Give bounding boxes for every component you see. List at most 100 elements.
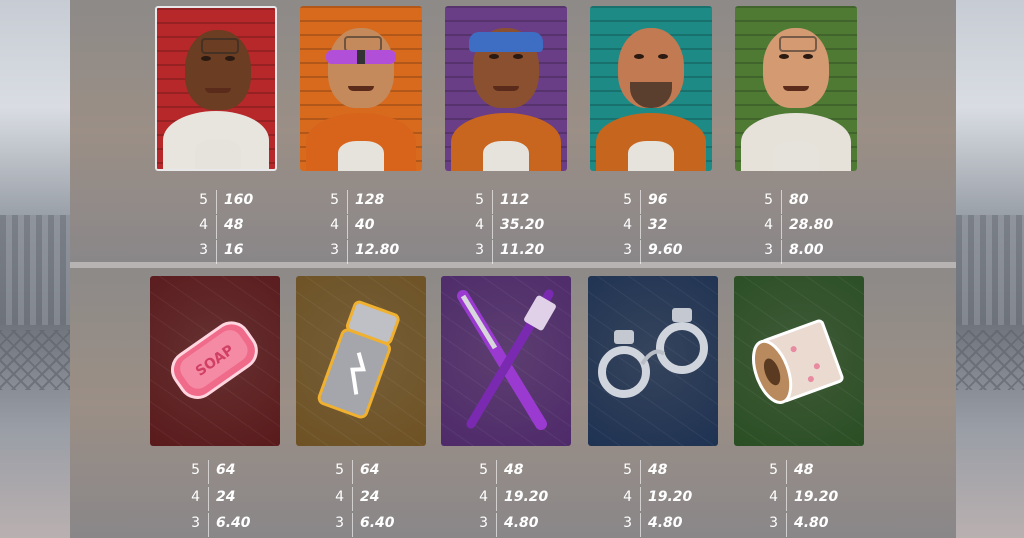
symbol-soap-card: SOAP (150, 276, 280, 446)
payout-row: 5 64 (326, 460, 426, 484)
payout-value: 9.60 (648, 242, 683, 258)
handcuffs-icon (598, 308, 708, 398)
payout-count: 5 (475, 192, 484, 208)
payout-row: 3 11.20 (466, 240, 566, 264)
payout-value: 11.20 (500, 242, 545, 258)
payout-value: 64 (360, 462, 380, 478)
payout-count: 4 (769, 489, 778, 505)
payout-value: 12.80 (355, 242, 400, 258)
payout-value: 48 (794, 462, 814, 478)
payout-row: 4 40 (321, 215, 421, 239)
payout-count: 5 (330, 192, 339, 208)
payout-row: 3 6.40 (182, 513, 282, 537)
payout-count: 4 (199, 217, 208, 233)
payout-value: 48 (224, 217, 244, 233)
payout-count: 3 (199, 242, 208, 258)
payout-value: 4.80 (794, 515, 829, 531)
background-left (0, 0, 70, 538)
payout-row: 4 19.20 (470, 487, 570, 511)
payout-count: 5 (335, 462, 344, 478)
payout-row: 5 48 (760, 460, 860, 484)
payout-row: 4 32 (614, 215, 714, 239)
payout-value: 28.80 (789, 217, 834, 233)
payout-row: 4 24 (326, 487, 426, 511)
payout-count: 3 (769, 515, 778, 531)
payout-row: 5 64 (182, 460, 282, 484)
payout-row: 3 6.40 (326, 513, 426, 537)
toilet-paper-icon (751, 319, 844, 404)
bandana-icon (469, 32, 543, 52)
toothbrush-shiv-icon (457, 289, 556, 430)
payout-value: 24 (216, 489, 236, 505)
payout-value: 24 (360, 489, 380, 505)
payout-value: 48 (504, 462, 524, 478)
payout-count: 4 (191, 489, 200, 505)
payout-value: 4.80 (648, 515, 683, 531)
payout-count: 3 (764, 242, 773, 258)
payout-value: 35.20 (500, 217, 545, 233)
payout-row: 5 112 (466, 190, 566, 214)
payout-value: 48 (648, 462, 668, 478)
payout-row: 4 19.20 (614, 487, 714, 511)
payout-value: 19.20 (648, 489, 693, 505)
payout-value: 40 (355, 217, 375, 233)
symbol-ace-card (155, 6, 277, 171)
symbol-bandana-card (445, 6, 567, 171)
payout-row: 5 48 (614, 460, 714, 484)
payout-value: 16 (224, 242, 244, 258)
payout-count: 4 (335, 489, 344, 505)
payout-row: 4 28.80 (755, 215, 855, 239)
payout-row: 5 160 (190, 190, 290, 214)
payout-count: 3 (475, 242, 484, 258)
payout-count: 5 (623, 192, 632, 208)
payout-count: 5 (479, 462, 488, 478)
ace-tattoo (201, 38, 239, 54)
payout-row: 3 16 (190, 240, 290, 264)
payout-value: 6.40 (360, 515, 395, 531)
payout-row: 5 48 (470, 460, 570, 484)
sunglasses-icon (326, 50, 396, 64)
symbol-bearded-card (590, 6, 712, 171)
payout-count: 4 (623, 217, 632, 233)
symbol-grin-card (735, 6, 857, 171)
payout-value: 32 (648, 217, 668, 233)
payout-row: 5 96 (614, 190, 714, 214)
payout-count: 4 (330, 217, 339, 233)
payout-row: 3 4.80 (470, 513, 570, 537)
payout-value: 4.80 (504, 515, 539, 531)
symbol-shiv-card (441, 276, 571, 446)
symbol-handcuffs-card (588, 276, 718, 446)
payout-row: 3 4.80 (760, 513, 860, 537)
payout-count: 3 (623, 242, 632, 258)
payout-value: 128 (355, 192, 385, 208)
payout-count: 5 (191, 462, 200, 478)
payout-row: 4 48 (190, 215, 290, 239)
soap-icon: SOAP (171, 321, 258, 399)
payout-count: 3 (330, 242, 339, 258)
payout-value: 112 (500, 192, 530, 208)
payout-value: 80 (789, 192, 809, 208)
symbol-toilet-paper-card (734, 276, 864, 446)
symbol-shades-card (300, 6, 422, 171)
payout-value: 19.20 (504, 489, 549, 505)
payout-value: 160 (224, 192, 254, 208)
payout-row: 3 8.00 (755, 240, 855, 264)
payout-value: 19.20 (794, 489, 839, 505)
payout-row: 5 80 (755, 190, 855, 214)
payout-count: 5 (623, 462, 632, 478)
payout-count: 4 (623, 489, 632, 505)
payout-count: 5 (769, 462, 778, 478)
payout-row: 3 9.60 (614, 240, 714, 264)
lighter-icon (317, 300, 400, 419)
payout-value: 8.00 (789, 242, 824, 258)
payout-count: 3 (191, 515, 200, 531)
payout-count: 5 (199, 192, 208, 208)
payout-count: 4 (479, 489, 488, 505)
background-right (956, 0, 1024, 538)
payout-count: 5 (764, 192, 773, 208)
grin-tattoo (779, 36, 817, 52)
payout-row: 5 128 (321, 190, 421, 214)
payout-value: 64 (216, 462, 236, 478)
payout-row: 4 24 (182, 487, 282, 511)
payout-row: 3 12.80 (321, 240, 421, 264)
